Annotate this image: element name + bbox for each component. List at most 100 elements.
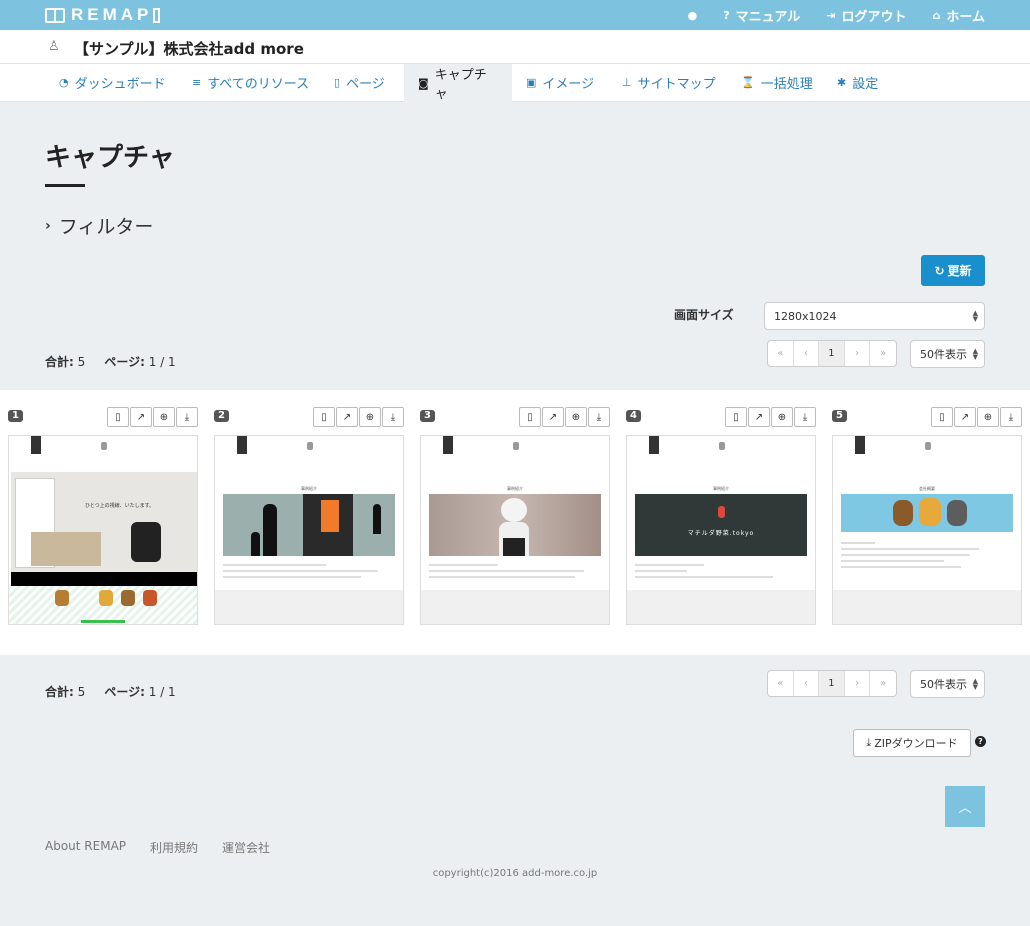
download-icon[interactable]: ⤓: [588, 407, 610, 427]
file-icon[interactable]: ▯: [519, 407, 541, 427]
home-link[interactable]: ⌂ ホーム: [933, 6, 986, 25]
refresh-icon: ↻: [934, 263, 945, 278]
file-icon[interactable]: ▯: [725, 407, 747, 427]
thumb-footer: [833, 590, 1021, 624]
logo-text: REMAP: [71, 5, 153, 24]
per-page-select-top[interactable]: 50件表示 ▲ ▼: [910, 340, 985, 368]
copyright: copyright(c)2016 add-more.co.jp: [432, 868, 598, 879]
footer-link-company[interactable]: 運営会社: [222, 839, 270, 856]
tab-capture[interactable]: ◙ キャプチャ: [404, 64, 512, 102]
tab-settings[interactable]: ✱ 設定: [823, 64, 892, 101]
thumb-bookmark: [855, 436, 865, 454]
logout-link[interactable]: ⇥ ログアウト: [826, 6, 906, 25]
user-menu[interactable]: ●: [688, 9, 698, 22]
dashboard-icon: ◔: [59, 76, 69, 89]
capture-actions: ▯ ↗ ⊕ ⤓: [313, 407, 404, 427]
sitemap-icon: ⊥: [622, 76, 632, 89]
total-value: 5: [77, 685, 86, 699]
next-page-button[interactable]: ›: [845, 341, 871, 366]
manual-label: マニュアル: [735, 9, 801, 25]
file-icon[interactable]: ▯: [107, 407, 129, 427]
external-link-icon[interactable]: ↗: [336, 407, 358, 427]
file-icon[interactable]: ▯: [931, 407, 953, 427]
capture-number: 2: [214, 410, 229, 422]
total-label: 合計:: [45, 355, 74, 369]
thumb-text-lines: [841, 542, 1013, 572]
thumb-logo: [719, 442, 725, 450]
external-link-icon[interactable]: ↗: [748, 407, 770, 427]
first-page-button[interactable]: «: [768, 671, 794, 696]
tab-all-resources[interactable]: ≡ すべてのリソース: [178, 64, 323, 101]
zoom-icon[interactable]: ⊕: [565, 407, 587, 427]
capture-thumbnail[interactable]: 会社概要: [832, 435, 1022, 625]
thumb-hero: [223, 494, 395, 556]
page-1-button[interactable]: 1: [819, 341, 845, 366]
download-icon[interactable]: ⤓: [382, 407, 404, 427]
capture-thumbnail[interactable]: ひとつ上の視線、いたします。: [8, 435, 198, 625]
zip-label: ZIPダウンロード: [874, 737, 958, 750]
external-link-icon[interactable]: ↗: [542, 407, 564, 427]
zoom-icon[interactable]: ⊕: [359, 407, 381, 427]
thumb-footer: [421, 590, 609, 624]
last-page-button[interactable]: »: [870, 671, 896, 696]
tab-dashboard[interactable]: ◔ ダッシュボード: [45, 64, 180, 101]
tab-sitemap[interactable]: ⊥ サイトマップ: [608, 64, 730, 101]
project-title-bar: ♙ 【サンプル】株式会社add more: [0, 30, 1030, 64]
chevron-right-icon: ›: [45, 217, 51, 234]
download-icon[interactable]: ⤓: [794, 407, 816, 427]
screen-size-select[interactable]: 1280x1024 ▲ ▼: [764, 302, 985, 330]
page-label: ページ:: [104, 355, 145, 369]
zoom-icon[interactable]: ⊕: [977, 407, 999, 427]
prev-page-button[interactable]: ‹: [794, 341, 820, 366]
page-1-button[interactable]: 1: [819, 671, 845, 696]
zip-download-button[interactable]: ⤓ ZIPダウンロード: [853, 729, 971, 757]
thumb-bookmark: [31, 436, 41, 454]
capture-grid: 1 ▯ ↗ ⊕ ⤓ ひとつ上の視線、いたします。 2 ▯ ↗ ⊕ ⤓ 事例紹介 …: [0, 390, 1030, 655]
page-label: ページ:: [104, 685, 145, 699]
first-page-button[interactable]: «: [768, 341, 794, 366]
thumb-logo: [925, 442, 931, 450]
pagination-top: « ‹ 1 › »: [767, 340, 897, 367]
footer-link-terms[interactable]: 利用規約: [150, 839, 198, 856]
screen-size-value: 1280x1024: [774, 309, 837, 323]
file-icon: ▯: [334, 76, 341, 89]
capture-thumbnail[interactable]: 事例紹介 マチルダ野菜.tokyo: [626, 435, 816, 625]
page-title: キャプチャ: [45, 143, 175, 173]
next-page-button[interactable]: ›: [845, 671, 871, 696]
thumb-logo: [513, 442, 519, 450]
top-nav: ● ? マニュアル ⇥ ログアウト ⌂ ホーム: [688, 0, 985, 30]
prev-page-button[interactable]: ‹: [794, 671, 820, 696]
per-page-select-bottom[interactable]: 50件表示 ▲ ▼: [910, 670, 985, 698]
last-page-button[interactable]: »: [870, 341, 896, 366]
thumb-footer: [215, 590, 403, 624]
user-icon: ●: [687, 8, 698, 22]
app-logo[interactable]: REMAP: [45, 5, 161, 25]
external-link-icon[interactable]: ↗: [954, 407, 976, 427]
gear-icon: ✱: [837, 76, 847, 89]
manual-link[interactable]: ? マニュアル: [723, 6, 800, 25]
filter-toggle[interactable]: › フィルター: [45, 212, 153, 239]
thumb-hero: [841, 494, 1013, 532]
zoom-icon[interactable]: ⊕: [153, 407, 175, 427]
back-to-top-button[interactable]: ︿: [945, 786, 985, 827]
zoom-icon[interactable]: ⊕: [771, 407, 793, 427]
thumb-hero: [429, 494, 601, 556]
help-icon[interactable]: ?: [975, 736, 986, 747]
capture-number: 4: [626, 410, 641, 422]
capture-thumbnail[interactable]: 事例紹介: [420, 435, 610, 625]
tab-batch[interactable]: ⌛ 一括処理: [727, 64, 827, 101]
refresh-button[interactable]: ↻ 更新: [921, 255, 985, 286]
capture-thumbnail[interactable]: 事例紹介: [214, 435, 404, 625]
tab-pages[interactable]: ▯ ページ: [320, 64, 399, 101]
tab-image[interactable]: ▣ イメージ: [512, 64, 608, 101]
file-icon[interactable]: ▯: [313, 407, 335, 427]
download-icon[interactable]: ⤓: [1000, 407, 1022, 427]
external-link-icon[interactable]: ↗: [130, 407, 152, 427]
camera-icon: ◙: [418, 76, 429, 90]
home-label: ホーム: [946, 9, 985, 25]
footer-link-about[interactable]: About REMAP: [45, 839, 126, 856]
capture-number: 1: [8, 410, 23, 422]
footer-links: About REMAP 利用規約 運営会社: [45, 839, 270, 856]
download-icon[interactable]: ⤓: [176, 407, 198, 427]
pagination-bottom: « ‹ 1 › »: [767, 670, 897, 697]
